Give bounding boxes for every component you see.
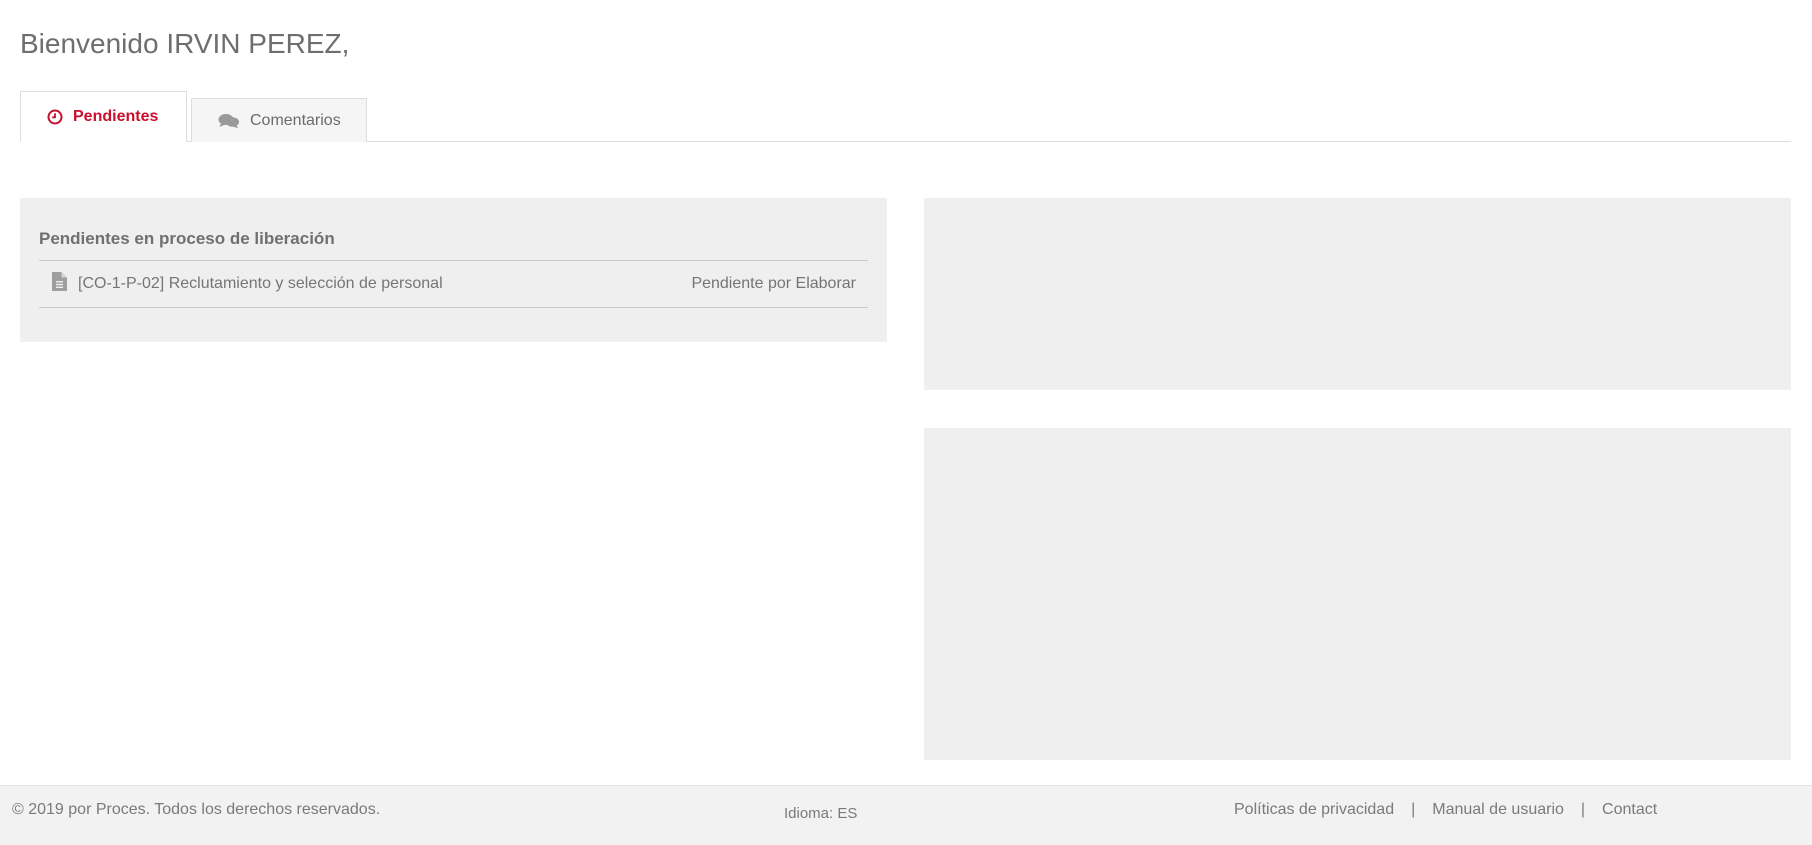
document-icon [51,272,67,296]
privacy-policy-link[interactable]: Políticas de privacidad [1234,801,1394,819]
tab-bar: Pendientes Comentarios [20,91,1791,142]
user-manual-link[interactable]: Manual de usuario [1432,801,1564,819]
pending-release-panel: Pendientes en proceso de liberación [CO-… [20,198,887,342]
clock-icon [47,109,63,125]
list-item[interactable]: [CO-1-P-02] Reclutamiento y selección de… [39,261,868,308]
page: Bienvenido IRVIN PEREZ, Pendientes Comen… [0,0,1812,845]
contact-link[interactable]: Contact [1602,801,1657,819]
pending-item-title: [CO-1-P-02] Reclutamiento y selección de… [78,275,443,292]
footer-links: Políticas de privacidad | Manual de usua… [1234,801,1657,819]
pending-item-status: Pendiente por Elaborar [691,275,856,292]
welcome-heading: Bienvenido IRVIN PEREZ, [20,28,350,59]
separator: | [1411,801,1416,818]
separator: | [1580,801,1586,818]
tab-label: Comentarios [250,111,341,129]
language-indicator[interactable]: Idioma: ES [784,805,857,822]
footer: © 2019 por Proces. Todos los derechos re… [0,785,1812,845]
tab-label: Pendientes [73,107,159,125]
panel-title: Pendientes en proceso de liberación [39,229,335,248]
tab-comentarios[interactable]: Comentarios [191,98,367,142]
copyright-text: © 2019 por Proces. Todos los derechos re… [12,801,381,818]
widget-panel-top [924,198,1791,390]
tab-pendientes[interactable]: Pendientes [20,91,187,142]
comments-icon [218,113,240,129]
widget-panel-bottom [924,428,1791,760]
